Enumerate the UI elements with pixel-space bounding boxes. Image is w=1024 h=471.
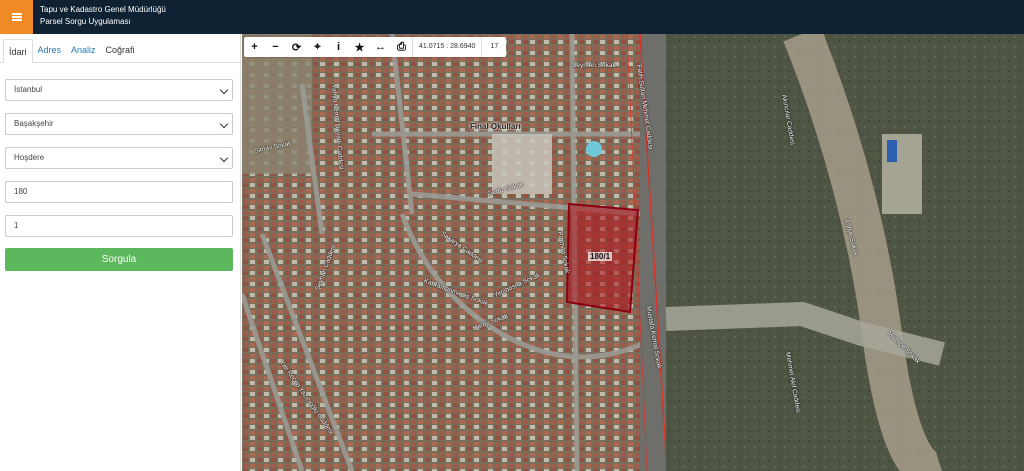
parsel-input[interactable]: 1 bbox=[5, 215, 233, 237]
map-label-seymen-sokak: Seymen Sokak bbox=[572, 62, 616, 69]
locate-icon[interactable]: ⌖ bbox=[307, 37, 328, 57]
ilce-select[interactable]: Başakşehir bbox=[5, 113, 233, 135]
tab-cografi[interactable]: Coğrafi bbox=[101, 38, 140, 62]
app-title: Tapu ve Kadastro Genel Müdürlüğü Parsel … bbox=[40, 4, 166, 28]
app-title-line1: Tapu ve Kadastro Genel Müdürlüğü bbox=[40, 5, 166, 14]
coordinates-readout: 41.0715 : 28.6940 bbox=[412, 37, 481, 57]
satellite-map[interactable]: Final Okulları Seymen Sokak Fatih Sultan… bbox=[242, 34, 1024, 471]
zoom-level-readout: 17 bbox=[481, 37, 506, 57]
refresh-icon[interactable]: ⟳ bbox=[286, 37, 307, 57]
il-select[interactable]: İstanbul bbox=[5, 79, 233, 101]
parcel-label: 180/1 bbox=[588, 252, 613, 261]
mahalle-select-value: Hoşdere bbox=[14, 153, 45, 162]
info-icon[interactable]: i bbox=[328, 37, 349, 57]
hamburger-menu-button[interactable] bbox=[0, 0, 33, 34]
map-label-final-okullari: Final Okulları bbox=[470, 122, 521, 131]
ada-input-value: 180 bbox=[14, 187, 28, 196]
query-sidebar: İdari Adres Analiz Coğrafi İstanbul Başa… bbox=[0, 34, 241, 471]
app-header: Tapu ve Kadastro Genel Müdürlüğü Parsel … bbox=[0, 0, 1024, 34]
query-tabs: İdari Adres Analiz Coğrafi bbox=[0, 34, 240, 63]
zoom-out-icon[interactable]: − bbox=[265, 37, 286, 57]
star-icon[interactable]: ★ bbox=[349, 37, 370, 57]
chevron-down-icon bbox=[219, 153, 229, 163]
zoom-in-icon[interactable]: + bbox=[244, 37, 265, 57]
app-title-line2: Parsel Sorgu Uygulaması bbox=[40, 17, 131, 26]
ada-input[interactable]: 180 bbox=[5, 181, 233, 203]
tab-analiz[interactable]: Analiz bbox=[66, 38, 101, 62]
chevron-down-icon bbox=[219, 85, 229, 95]
measure-icon[interactable]: ↔ bbox=[370, 37, 391, 57]
hamburger-icon bbox=[11, 13, 22, 21]
sorgula-button[interactable]: Sorgula bbox=[5, 248, 233, 271]
map-imagery bbox=[242, 34, 1024, 471]
ilce-select-value: Başakşehir bbox=[14, 119, 54, 128]
print-icon[interactable]: ⎙ bbox=[391, 37, 412, 57]
parsel-input-value: 1 bbox=[14, 221, 19, 230]
tab-idari[interactable]: İdari bbox=[3, 39, 33, 63]
mahalle-select[interactable]: Hoşdere bbox=[5, 147, 233, 169]
tab-adres[interactable]: Adres bbox=[33, 38, 67, 62]
chevron-down-icon bbox=[219, 119, 229, 129]
il-select-value: İstanbul bbox=[14, 85, 43, 94]
map-toolbar: + − ⟳ ⌖ i ★ ↔ ⎙ 41.0715 : 28.6940 17 bbox=[244, 37, 507, 57]
